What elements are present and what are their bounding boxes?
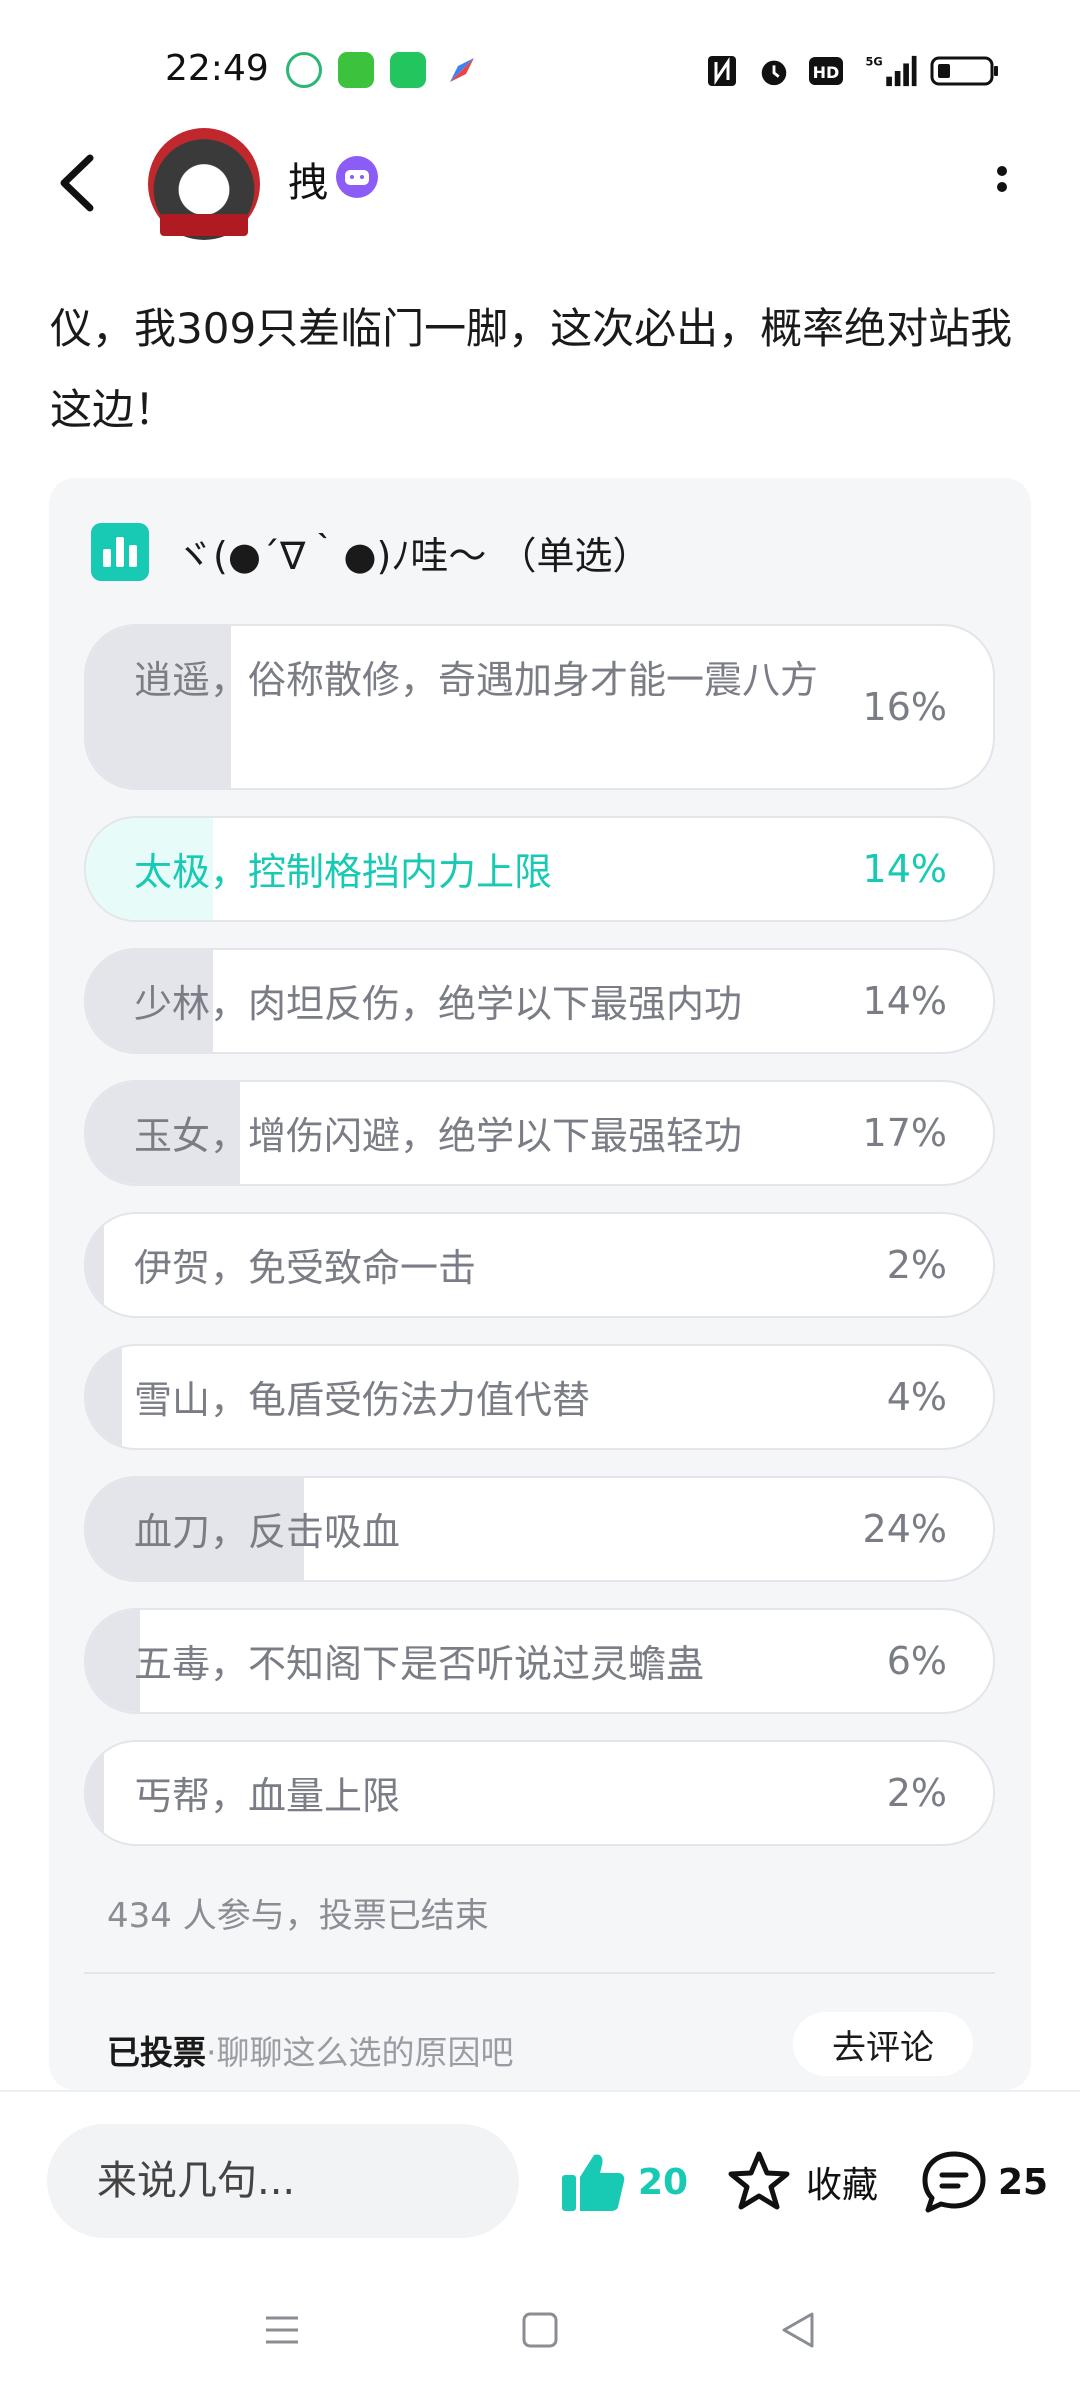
signal-5g-icon: 5G	[866, 54, 917, 87]
like-count: 20	[638, 2161, 689, 2203]
svg-text:5G: 5G	[866, 54, 883, 68]
top-bar: 拽	[0, 120, 1080, 245]
like-button[interactable]: 20	[560, 2146, 688, 2218]
favorite-button[interactable]: 收藏	[726, 2146, 878, 2218]
thumbs-up-icon	[562, 2154, 625, 2211]
favorite-label: 收藏	[806, 2165, 879, 2206]
bar-chart-icon	[91, 523, 149, 581]
voted-hint: ·聊聊这么选的原因吧	[206, 2033, 514, 2072]
poll-option-fill	[86, 1610, 141, 1712]
poll-option[interactable]: 逍遥，俗称散修，奇遇加身才能一震八方 16%	[84, 624, 995, 790]
poll-option-label: 太极，控制格挡内力上限	[134, 850, 553, 894]
poll-option[interactable]: 血刀，反击吸血 24%	[84, 1476, 995, 1582]
hd-icon: HD	[809, 57, 843, 85]
poll-summary: 434 人参与，投票已结束	[107, 1896, 489, 1936]
back-triangle-icon[interactable]	[778, 2310, 818, 2350]
post-text-body: 仪，我309只差临门一脚，这次必出，概率绝对站我这边！	[50, 304, 1013, 434]
home-icon[interactable]	[520, 2310, 560, 2350]
poll-option-label: 五毒，不知阁下是否听说过灵蟾蛊	[134, 1642, 705, 1686]
wechat-pay-icon	[286, 52, 322, 88]
poll-option-percent: 4%	[886, 1375, 947, 1419]
avatar-frame-badge	[160, 214, 248, 236]
comment-bubble-icon	[922, 2151, 986, 2213]
poll-option-fill	[86, 1214, 105, 1316]
poll-option-label: 血刀，反击吸血	[134, 1510, 401, 1554]
battery-icon	[930, 56, 998, 86]
svg-text:HD: HD	[813, 63, 840, 82]
status-time: 22:49	[165, 48, 269, 89]
comment-input[interactable]: 来说几句...	[47, 2124, 519, 2238]
poll-option-percent: 24%	[862, 1507, 947, 1551]
poll-option-percent: 17%	[862, 1111, 947, 1155]
poll-option-label: 逍遥，俗称散修，奇遇加身才能一震八方	[134, 658, 819, 702]
poll-title: ヾ(●´∇｀●)ﾉ哇～ （单选）	[175, 533, 651, 578]
poll-option-fill	[86, 1346, 123, 1448]
poll-option-label: 伊贺，免受致命一击	[134, 1246, 477, 1290]
poll-header: ヾ(●´∇｀●)ﾉ哇～ （单选）	[91, 522, 650, 582]
menu-icon[interactable]	[262, 2310, 302, 2350]
poll-option-percent: 2%	[886, 1771, 947, 1815]
poll-option-label: 少林，肉坦反伤，绝学以下最强内功	[134, 982, 743, 1026]
poll-option[interactable]: 五毒，不知阁下是否听说过灵蟾蛊 6%	[84, 1608, 995, 1714]
poll-option-fill	[86, 1742, 105, 1844]
bottom-action-bar: 来说几句... 20 收藏 25	[0, 2090, 1080, 2260]
voted-status: 已投票·聊聊这么选的原因吧	[107, 2026, 514, 2074]
game-badge-icon	[336, 156, 378, 198]
poll-option-label: 丐帮，血量上限	[134, 1774, 401, 1818]
comment-input-placeholder: 来说几句...	[97, 2158, 296, 2204]
poll-option-percent: 16%	[862, 685, 947, 729]
nfc-icon	[708, 56, 736, 86]
poll-option[interactable]: 玉女，增伤闪避，绝学以下最强轻功 17%	[84, 1080, 995, 1186]
poll-option[interactable]: 太极，控制格挡内力上限 14%	[84, 816, 995, 922]
username[interactable]: 拽	[288, 150, 328, 208]
poll-option-label: 玉女，增伤闪避，绝学以下最强轻功	[134, 1114, 743, 1158]
comment-count: 25	[998, 2161, 1049, 2203]
poll-option-percent: 6%	[886, 1639, 947, 1683]
system-nav-bar	[0, 2260, 1080, 2400]
iqiyi-icon	[338, 52, 374, 88]
compass-icon	[444, 52, 480, 88]
poll-card: ヾ(●´∇｀●)ﾉ哇～ （单选） 逍遥，俗称散修，奇遇加身才能一震八方 16% …	[49, 478, 1031, 2090]
poll-option-percent: 14%	[862, 979, 947, 1023]
star-icon	[728, 2151, 790, 2210]
voted-label: 已投票	[107, 2033, 206, 2072]
go-comment-button[interactable]: 去评论	[793, 2012, 973, 2076]
back-arrow-icon[interactable]	[50, 150, 110, 216]
status-bar: 22:49 HD 5G	[0, 0, 1080, 130]
comments-button[interactable]: 25	[920, 2146, 1048, 2218]
more-vertical-icon[interactable]	[982, 160, 1022, 216]
poll-option[interactable]: 伊贺，免受致命一击 2%	[84, 1212, 995, 1318]
phone-icon	[390, 52, 426, 88]
poll-option-percent: 14%	[862, 847, 947, 891]
poll-option[interactable]: 少林，肉坦反伤，绝学以下最强内功 14%	[84, 948, 995, 1054]
poll-option-percent: 2%	[886, 1243, 947, 1287]
poll-option[interactable]: 雪山，龟盾受伤法力值代替 4%	[84, 1344, 995, 1450]
divider	[84, 1972, 995, 1974]
post-text: 仪，我309只差临门一脚，这次必出，概率绝对站我这边！	[50, 288, 1040, 450]
poll-option-label: 雪山，龟盾受伤法力值代替	[134, 1378, 591, 1422]
alarm-icon	[761, 60, 787, 86]
poll-option[interactable]: 丐帮，血量上限 2%	[84, 1740, 995, 1846]
